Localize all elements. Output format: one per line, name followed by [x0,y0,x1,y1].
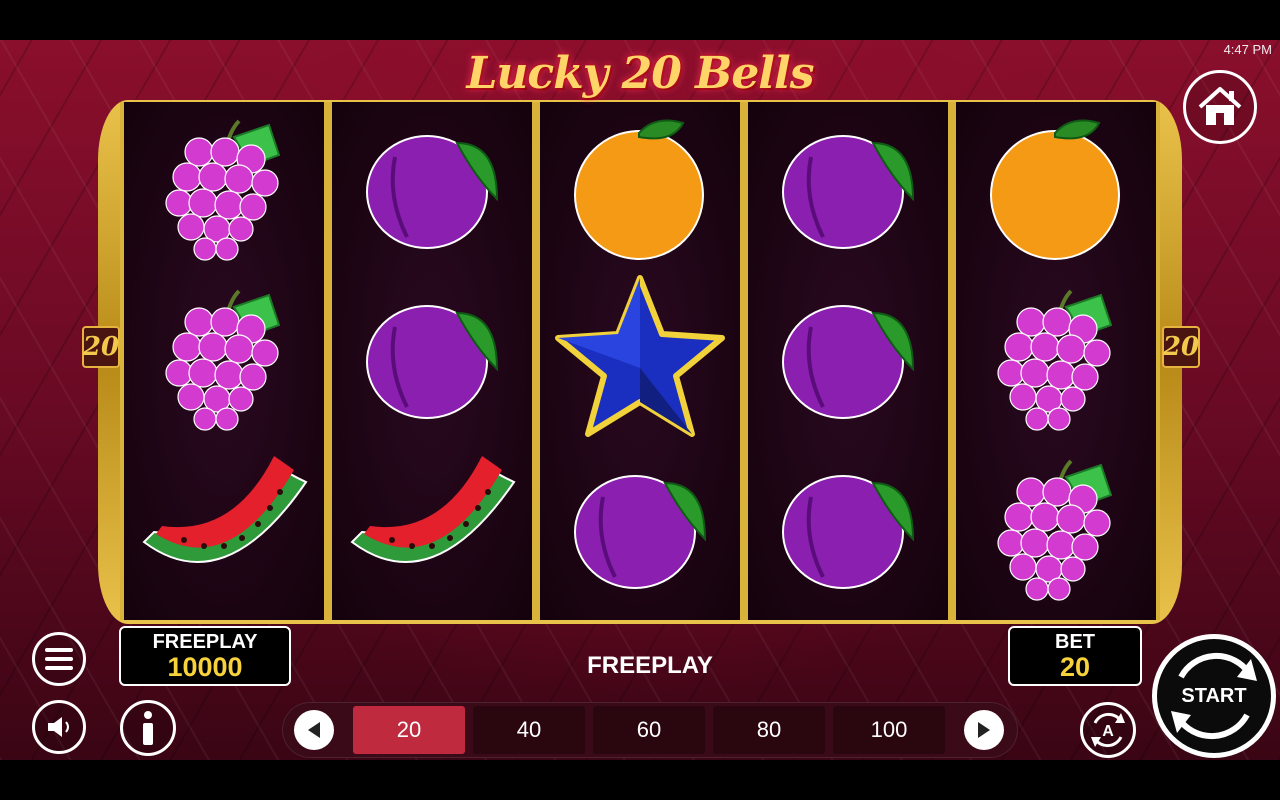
svg-text:A: A [1102,723,1114,740]
game-stage: 4:47 PM 20 20 Lucky 20 Bells FREEPLAY 10… [0,40,1280,760]
speaker-icon [48,717,69,737]
top-bar [0,0,1280,40]
autoplay-button[interactable]: A [1080,702,1136,758]
bet-selector: 20 40 60 80 100 [282,702,1018,758]
bottom-bar [0,760,1280,800]
bet-display: BET 20 [1008,626,1142,686]
bet-option[interactable]: 100 [833,706,945,754]
sound-button[interactable] [32,700,86,754]
info-button[interactable] [120,700,176,756]
mode-label: FREEPLAY [587,652,713,679]
bet-option[interactable]: 20 [353,706,465,754]
menu-button[interactable] [32,632,86,686]
grapes-icon [124,272,324,442]
bet-option[interactable]: 60 [593,706,705,754]
bet-label: BET [1055,631,1095,653]
reel-5 [956,102,1156,620]
home-icon [1198,87,1242,125]
arrow-left-icon [308,722,320,738]
watermelon-icon [124,442,324,612]
menu-icon [45,648,73,670]
bet-value: 20 [1059,652,1091,682]
start-button[interactable]: START [1152,634,1276,758]
grapes-icon [124,102,324,272]
balance-label: FREEPLAY [152,631,258,653]
star-icon [540,272,740,442]
home-button[interactable] [1183,70,1257,144]
orange-icon [956,102,1156,272]
grapes-icon [956,272,1156,442]
balance-value: 10000 [167,652,243,682]
bet-prev-button[interactable] [294,710,334,750]
autoplay-icon: A [1091,712,1125,748]
info-icon [143,711,153,745]
bet-option[interactable]: 40 [473,706,585,754]
game-title: Lucky 20 Bells [466,48,814,99]
bet-option[interactable]: 80 [713,706,825,754]
bet-next-button[interactable] [964,710,1004,750]
spin-arrows-icon [1171,653,1257,739]
reel-3 [540,102,740,620]
game-title-logo: Lucky 20 Bells [440,40,840,110]
payline-count-right: 20 [1162,326,1200,368]
grapes-icon [956,442,1156,612]
reels-area [120,102,1160,620]
arrow-right-icon [978,722,990,738]
reel-2 [332,102,532,620]
plum-icon [332,102,532,272]
plum-icon [748,442,948,612]
plum-icon [748,102,948,272]
payline-count-left: 20 [82,326,120,368]
plum-icon [332,272,532,442]
reel-1 [124,102,324,620]
plum-icon [540,442,740,612]
reel-4 [748,102,948,620]
plum-icon [748,272,948,442]
balance-display: FREEPLAY 10000 [119,626,291,686]
status-clock: 4:47 PM [1223,42,1272,57]
orange-icon [540,102,740,272]
watermelon-icon [332,442,532,612]
